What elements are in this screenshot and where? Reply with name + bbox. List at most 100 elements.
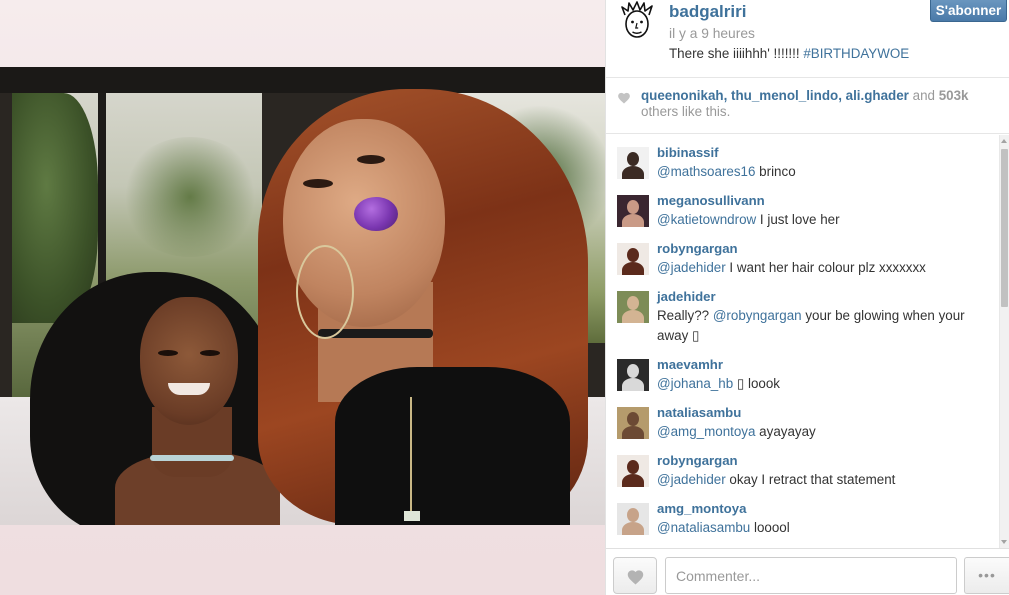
likes-and-text: and <box>908 88 939 103</box>
post-timestamp: il y a 9 heures <box>669 26 755 41</box>
scroll-up-arrow[interactable] <box>1001 139 1007 143</box>
avatar-shoulders-shape <box>622 522 644 535</box>
avatar-face-shape <box>627 248 639 262</box>
mention-link[interactable]: @jadehider <box>657 260 726 275</box>
photo-right-person-pendant <box>404 511 420 521</box>
commenter-username-link[interactable]: amg_montoya <box>657 499 746 518</box>
comment-content: bibinassif @mathsoares16 brinco <box>657 143 1009 182</box>
comment-text-segment: Really?? <box>657 308 713 323</box>
avatar-shoulders-shape <box>622 378 644 391</box>
avatar-face-shape <box>627 412 639 426</box>
liker-username-link[interactable]: queenonikah <box>641 88 724 103</box>
post-author-username[interactable]: badgalriri <box>669 2 746 22</box>
avatar-face-shape <box>627 200 639 214</box>
comment-text-segment: I just love her <box>756 212 840 227</box>
commenter-username-link[interactable]: robyngargan <box>657 451 738 470</box>
mention-link[interactable]: @katietowndrow <box>657 212 756 227</box>
mention-link[interactable]: @amg_montoya <box>657 424 755 439</box>
commenter-username-link[interactable]: jadehider <box>657 287 716 306</box>
commenter-avatar[interactable] <box>617 291 649 323</box>
more-options-button[interactable]: ••• <box>964 557 1009 594</box>
photo-right-person-eye <box>357 155 385 164</box>
avatar-face-shape <box>627 152 639 166</box>
commenter-username-link[interactable]: bibinassif <box>657 143 719 162</box>
mention-link[interactable]: @robyngargan <box>713 308 802 323</box>
comments-scroll-content: bibinassif @mathsoares16 brinco meganosull… <box>606 135 1009 538</box>
comment-item: meganosullivann @katietowndrow I just lov… <box>606 191 1009 230</box>
caption-text: There she iiiihhh' !!!!!!! <box>669 46 800 61</box>
photo-panel <box>0 0 605 595</box>
comment-content: nataliasambu @amg_montoya ayayayay <box>657 403 1009 442</box>
comment-text: @mathsoares16 brinco <box>657 162 989 182</box>
comment-text: @nataliasambu looool <box>657 518 989 538</box>
comment-text: Really?? @robyngargan your be glowing wh… <box>657 306 989 346</box>
commenter-username-link[interactable]: robyngargan <box>657 239 738 258</box>
comment-item: maevamhr @johana_hb ▯ loook <box>606 355 1009 394</box>
comment-text: @johana_hb ▯ loook <box>657 374 989 394</box>
comment-item: jadehider Really?? @robyngargan your be g… <box>606 287 1009 346</box>
comments-list: bibinassif @mathsoares16 brinco meganosull… <box>606 135 1009 548</box>
avatar-face-shape <box>627 508 639 522</box>
likes-text: queenonikah, thu_menol_lindo, ali.ghader… <box>641 88 986 120</box>
avatar-shoulders-shape <box>622 474 644 487</box>
photo-left-person-choker <box>150 455 234 461</box>
commenter-username-link[interactable]: nataliasambu <box>657 403 741 422</box>
liker-separator: , <box>723 88 732 103</box>
post-header: badgalriri il y a 9 heures There she iii… <box>606 0 1009 78</box>
comment-content: robyngargan @jadehider I want her hair co… <box>657 239 1009 278</box>
scrollbar-thumb[interactable] <box>1001 149 1008 307</box>
commenter-avatar[interactable] <box>617 503 649 535</box>
photo-right-person-lips <box>354 197 398 231</box>
photo-left-person-eye <box>158 350 178 356</box>
liker-separator: , <box>838 88 846 103</box>
mention-link[interactable]: @mathsoares16 <box>657 164 755 179</box>
commenter-username-link[interactable]: maevamhr <box>657 355 723 374</box>
photo-left-person-eye <box>200 350 220 356</box>
commenter-avatar[interactable] <box>617 455 649 487</box>
commenter-avatar[interactable] <box>617 359 649 391</box>
post-details-panel: badgalriri il y a 9 heures There she iii… <box>605 0 1009 595</box>
mention-link[interactable]: @nataliasambu <box>657 520 750 535</box>
mention-link[interactable]: @jadehider <box>657 472 726 487</box>
comment-item: amg_montoya @nataliasambu looool <box>606 499 1009 538</box>
avatar-face-shape <box>627 460 639 474</box>
comment-text-segment: brinco <box>755 164 796 179</box>
commenter-avatar[interactable] <box>617 195 649 227</box>
mention-link[interactable]: @johana_hb <box>657 376 733 391</box>
post-photo[interactable] <box>0 67 605 525</box>
comment-content: robyngargan @jadehider okay I retract tha… <box>657 451 1009 490</box>
avatar-shoulders-shape <box>622 262 644 275</box>
avatar-shoulders-shape <box>622 166 644 179</box>
photo-left-person-face <box>140 297 238 425</box>
comment-item: nataliasambu @amg_montoya ayayayay <box>606 403 1009 442</box>
comment-input[interactable] <box>665 557 957 594</box>
comment-text-segment: I want her hair colour plz xxxxxxx <box>725 260 926 275</box>
follow-button[interactable]: S'abonner <box>930 0 1007 22</box>
heart-icon <box>627 570 644 585</box>
scroll-down-arrow[interactable] <box>1001 540 1007 544</box>
liker-username-link[interactable]: thu_menol_lindo <box>731 88 838 103</box>
avatar-shoulders-shape <box>622 310 644 323</box>
comment-text: @katietowndrow I just love her <box>657 210 989 230</box>
commenter-avatar[interactable] <box>617 147 649 179</box>
avatar-face-shape <box>627 364 639 378</box>
sketch-face-avatar-icon[interactable] <box>617 1 657 41</box>
caption-hashtag-link[interactable]: #BIRTHDAYWOE <box>803 46 909 61</box>
photo-right-person-eye <box>303 179 333 188</box>
photo-right-person-earring <box>296 245 354 339</box>
commenter-username-link[interactable]: meganosullivann <box>657 191 765 210</box>
commenter-avatar[interactable] <box>617 243 649 275</box>
comments-scrollbar[interactable] <box>999 135 1009 548</box>
comment-content: meganosullivann @katietowndrow I just lov… <box>657 191 1009 230</box>
comment-item: robyngargan @jadehider okay I retract tha… <box>606 451 1009 490</box>
comment-text-segment: ▯ loook <box>733 376 780 391</box>
like-button[interactable] <box>613 557 657 594</box>
liker-username-link[interactable]: ali.ghader <box>846 88 909 103</box>
photo-palm-tree <box>12 93 98 323</box>
commenter-avatar[interactable] <box>617 407 649 439</box>
comment-text: @amg_montoya ayayayay <box>657 422 989 442</box>
photo-window-beam <box>0 67 605 93</box>
likes-suffix: others like this. <box>641 104 731 119</box>
comment-text: @jadehider okay I retract that statement <box>657 470 989 490</box>
comment-content: maevamhr @johana_hb ▯ loook <box>657 355 1009 394</box>
